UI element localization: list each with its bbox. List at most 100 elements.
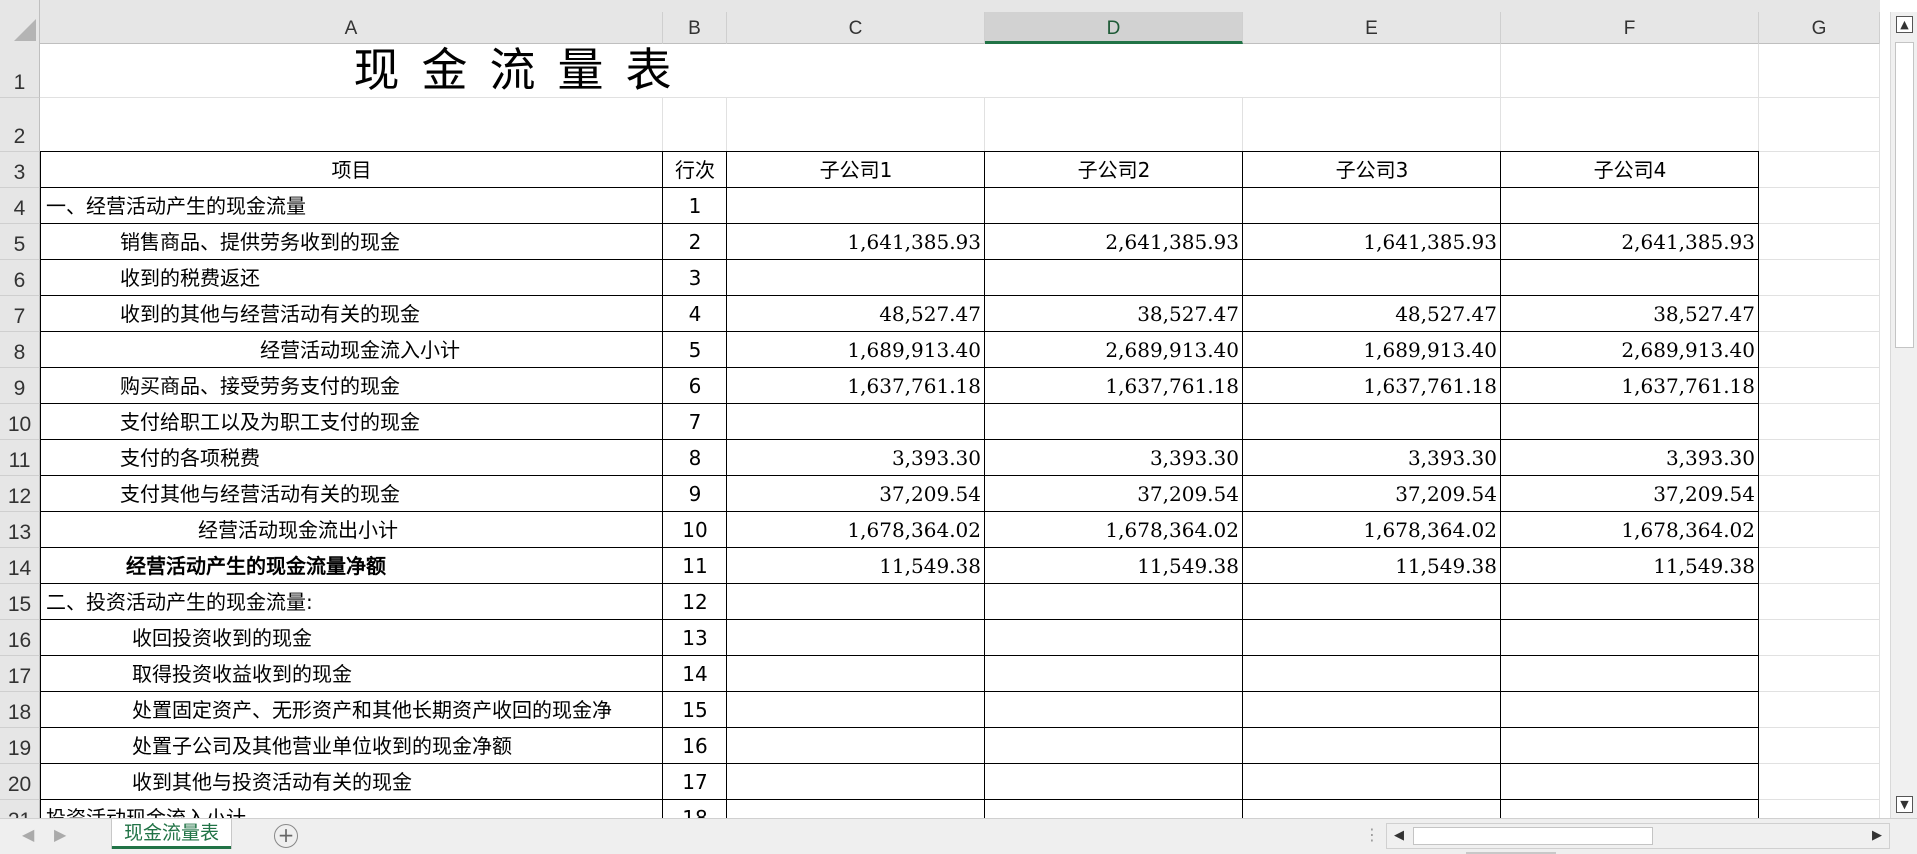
amount-cell[interactable] bbox=[985, 800, 1243, 818]
line-number[interactable]: 1 bbox=[663, 188, 727, 224]
line-number[interactable]: 9 bbox=[663, 476, 727, 512]
amount-cell[interactable]: 2,641,385.93 bbox=[985, 224, 1243, 260]
item-label[interactable]: 经营活动产生的现金流量净额 bbox=[40, 548, 663, 584]
amount-cell[interactable]: 48,527.47 bbox=[727, 296, 985, 332]
amount-cell[interactable] bbox=[1243, 404, 1501, 440]
amount-cell[interactable]: 2,689,913.40 bbox=[985, 332, 1243, 368]
scroll-right-icon[interactable]: ▶ bbox=[1867, 827, 1887, 845]
amount-cell[interactable] bbox=[1501, 584, 1759, 620]
amount-cell[interactable]: 11,549.38 bbox=[1501, 548, 1759, 584]
amount-cell[interactable] bbox=[985, 584, 1243, 620]
amount-cell[interactable] bbox=[727, 584, 985, 620]
column-header-c[interactable]: C bbox=[727, 12, 985, 44]
item-label[interactable]: 收到的税费返还 bbox=[40, 260, 663, 296]
horizontal-scrollbar[interactable]: ◀ ▶ bbox=[1386, 823, 1890, 849]
row-header-21[interactable]: 21 bbox=[0, 800, 40, 818]
split-handle-icon[interactable]: ⋮ bbox=[1364, 825, 1380, 844]
amount-cell[interactable] bbox=[1501, 260, 1759, 296]
line-number[interactable]: 2 bbox=[663, 224, 727, 260]
vertical-scrollbar[interactable]: ▲ ▼ bbox=[1890, 12, 1917, 818]
line-number[interactable]: 13 bbox=[663, 620, 727, 656]
item-label[interactable]: 支付给职工以及为职工支付的现金 bbox=[40, 404, 663, 440]
row-header-13[interactable]: 13 bbox=[0, 512, 40, 548]
amount-cell[interactable]: 37,209.54 bbox=[727, 476, 985, 512]
amount-cell[interactable]: 38,527.47 bbox=[985, 296, 1243, 332]
amount-cell[interactable] bbox=[1501, 404, 1759, 440]
amount-cell[interactable] bbox=[727, 800, 985, 818]
row-header-9[interactable]: 9 bbox=[0, 368, 40, 404]
amount-cell[interactable]: 1,637,761.18 bbox=[1501, 368, 1759, 404]
row-header-10[interactable]: 10 bbox=[0, 404, 40, 440]
amount-cell[interactable]: 1,678,364.02 bbox=[985, 512, 1243, 548]
row-header-7[interactable]: 7 bbox=[0, 296, 40, 332]
amount-cell[interactable] bbox=[1243, 764, 1501, 800]
amount-cell[interactable]: 1,637,761.18 bbox=[1243, 368, 1501, 404]
vertical-scroll-thumb[interactable] bbox=[1895, 42, 1914, 348]
line-number[interactable]: 6 bbox=[663, 368, 727, 404]
amount-cell[interactable]: 1,637,761.18 bbox=[727, 368, 985, 404]
amount-cell[interactable] bbox=[727, 188, 985, 224]
amount-cell[interactable] bbox=[1243, 692, 1501, 728]
amount-cell[interactable] bbox=[1243, 188, 1501, 224]
item-label[interactable]: 收回投资收到的现金 bbox=[40, 620, 663, 656]
line-number[interactable]: 4 bbox=[663, 296, 727, 332]
line-number[interactable]: 15 bbox=[663, 692, 727, 728]
column-header-e[interactable]: E bbox=[1243, 12, 1501, 44]
column-header-f[interactable]: F bbox=[1501, 12, 1759, 44]
amount-cell[interactable] bbox=[985, 620, 1243, 656]
amount-cell[interactable]: 37,209.54 bbox=[1243, 476, 1501, 512]
select-all-corner[interactable] bbox=[0, 0, 40, 44]
scroll-left-icon[interactable]: ◀ bbox=[1389, 827, 1409, 845]
item-label[interactable]: 取得投资收益收到的现金 bbox=[40, 656, 663, 692]
amount-cell[interactable] bbox=[1501, 692, 1759, 728]
amount-cell[interactable] bbox=[985, 692, 1243, 728]
amount-cell[interactable]: 3,393.30 bbox=[1243, 440, 1501, 476]
amount-cell[interactable] bbox=[1243, 620, 1501, 656]
amount-cell[interactable] bbox=[985, 260, 1243, 296]
amount-cell[interactable] bbox=[1501, 800, 1759, 818]
amount-cell[interactable]: 1,678,364.02 bbox=[727, 512, 985, 548]
amount-cell[interactable] bbox=[727, 656, 985, 692]
amount-cell[interactable] bbox=[1501, 620, 1759, 656]
row-header-6[interactable]: 6 bbox=[0, 260, 40, 296]
line-number[interactable]: 16 bbox=[663, 728, 727, 764]
sheet-tab-cash-flow[interactable]: 现金流量表 bbox=[112, 819, 232, 849]
amount-cell[interactable] bbox=[1501, 188, 1759, 224]
item-label[interactable]: 支付其他与经营活动有关的现金 bbox=[40, 476, 663, 512]
amount-cell[interactable]: 3,393.30 bbox=[1501, 440, 1759, 476]
next-sheet-icon[interactable]: ▶ bbox=[54, 825, 66, 844]
amount-cell[interactable]: 37,209.54 bbox=[985, 476, 1243, 512]
amount-cell[interactable]: 1,641,385.93 bbox=[727, 224, 985, 260]
amount-cell[interactable]: 11,549.38 bbox=[727, 548, 985, 584]
add-sheet-button[interactable]: + bbox=[274, 824, 298, 848]
row-header-11[interactable]: 11 bbox=[0, 440, 40, 476]
item-label[interactable]: 处置子公司及其他营业单位收到的现金净额 bbox=[40, 728, 663, 764]
row-header-4[interactable]: 4 bbox=[0, 188, 40, 224]
row-header-5[interactable]: 5 bbox=[0, 224, 40, 260]
amount-cell[interactable]: 1,678,364.02 bbox=[1501, 512, 1759, 548]
amount-cell[interactable] bbox=[985, 728, 1243, 764]
amount-cell[interactable] bbox=[1243, 800, 1501, 818]
item-label[interactable]: 投资活动现金流入小计 bbox=[40, 800, 663, 818]
item-label[interactable]: 销售商品、提供劳务收到的现金 bbox=[40, 224, 663, 260]
amount-cell[interactable]: 1,637,761.18 bbox=[985, 368, 1243, 404]
line-number[interactable]: 12 bbox=[663, 584, 727, 620]
line-number[interactable]: 8 bbox=[663, 440, 727, 476]
amount-cell[interactable]: 1,641,385.93 bbox=[1243, 224, 1501, 260]
item-label[interactable]: 经营活动现金流入小计 bbox=[40, 332, 663, 368]
row-header-14[interactable]: 14 bbox=[0, 548, 40, 584]
row-header-12[interactable]: 12 bbox=[0, 476, 40, 512]
item-label[interactable]: 二、投资活动产生的现金流量: bbox=[40, 584, 663, 620]
row-header-17[interactable]: 17 bbox=[0, 656, 40, 692]
line-number[interactable]: 11 bbox=[663, 548, 727, 584]
amount-cell[interactable] bbox=[727, 620, 985, 656]
amount-cell[interactable]: 38,527.47 bbox=[1501, 296, 1759, 332]
amount-cell[interactable]: 48,527.47 bbox=[1243, 296, 1501, 332]
row-header-19[interactable]: 19 bbox=[0, 728, 40, 764]
amount-cell[interactable] bbox=[1243, 584, 1501, 620]
item-label[interactable]: 处置固定资产、无形资产和其他长期资产收回的现金净 bbox=[40, 692, 663, 728]
row-header-20[interactable]: 20 bbox=[0, 764, 40, 800]
amount-cell[interactable]: 2,689,913.40 bbox=[1501, 332, 1759, 368]
amount-cell[interactable]: 1,678,364.02 bbox=[1243, 512, 1501, 548]
column-header-b[interactable]: B bbox=[663, 12, 727, 44]
